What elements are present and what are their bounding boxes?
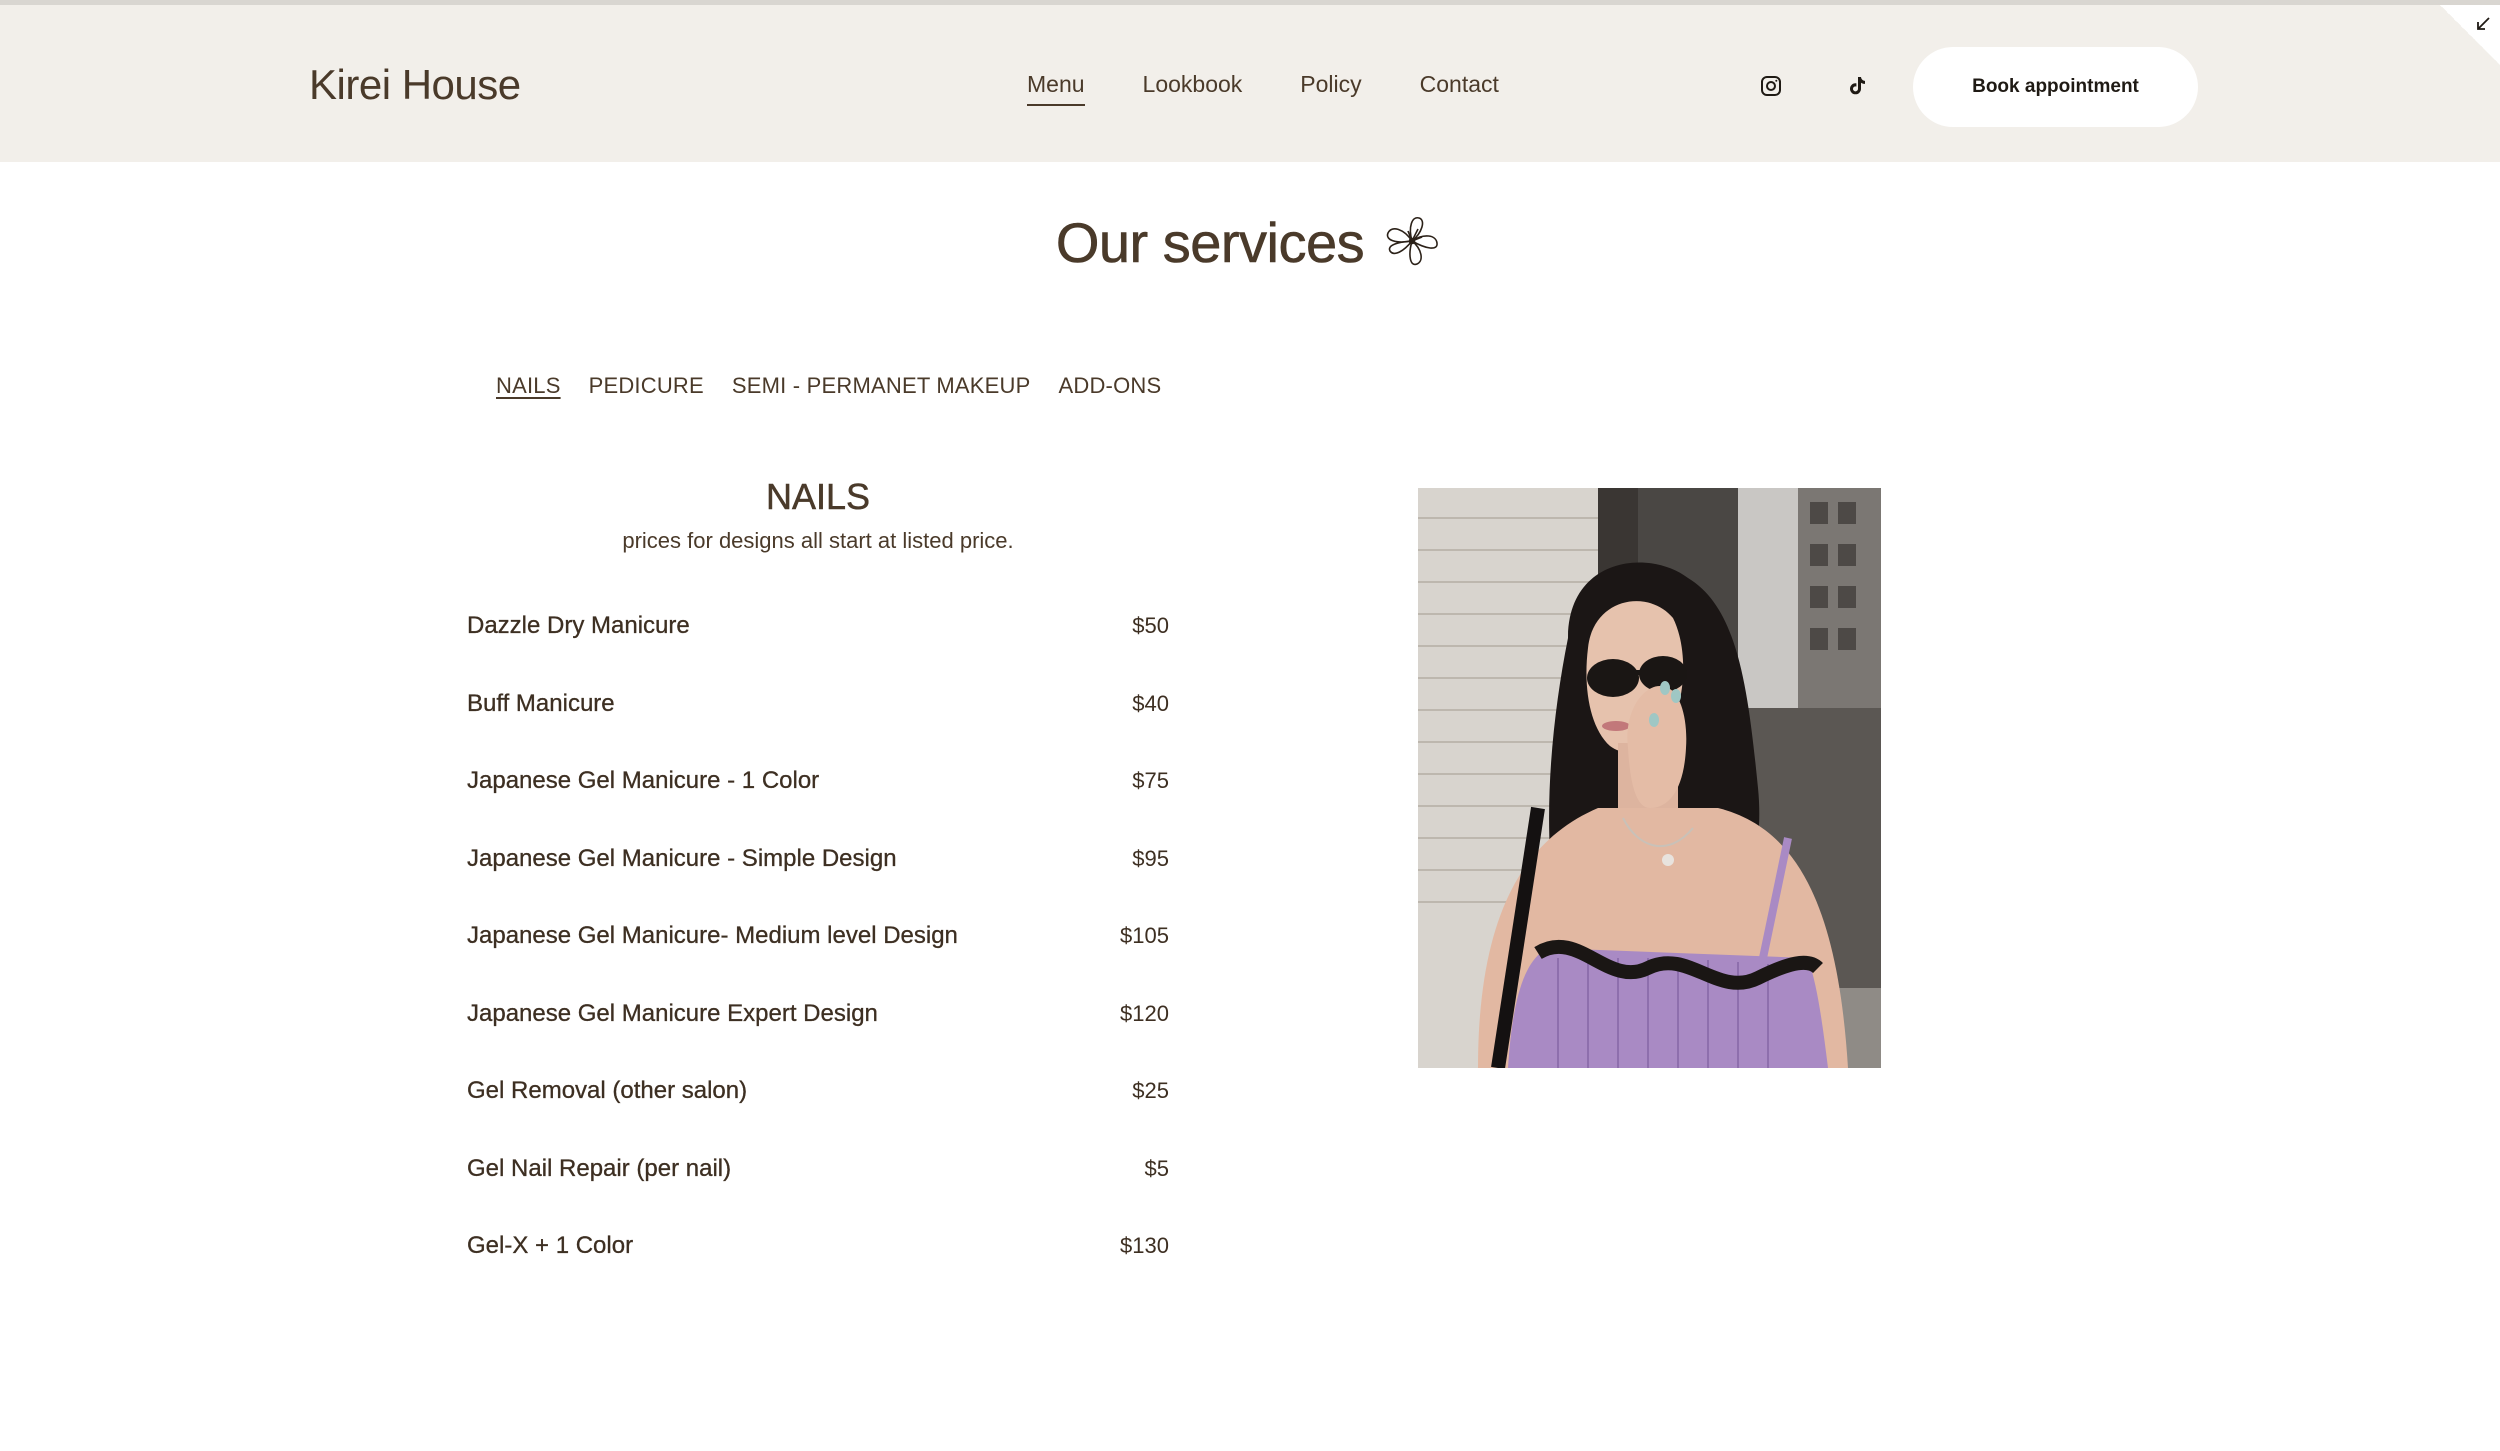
service-price: $40	[1132, 690, 1169, 716]
tab-nails[interactable]: NAILS	[496, 373, 561, 399]
list-item: Japanese Gel Manicure - 1 Color $75	[467, 767, 1169, 845]
list-item: Japanese Gel Manicure - Simple Design $9…	[467, 844, 1169, 923]
tab-add-ons[interactable]: ADD-ONS	[1059, 373, 1162, 399]
section-title: NAILS	[765, 476, 871, 518]
nails-section: NAILS prices for designs all start at li…	[467, 476, 1169, 1310]
nav-contact[interactable]: Contact	[1420, 71, 1499, 106]
service-price: $75	[1132, 768, 1169, 793]
tab-pedicure[interactable]: PEDICURE	[589, 373, 704, 399]
service-price: $95	[1132, 845, 1169, 871]
service-list: Dazzle Dry Manicure $50 Buff Manicure $4…	[467, 612, 1169, 1310]
tiktok-icon[interactable]	[1842, 71, 1872, 101]
service-price: $105	[1120, 923, 1169, 948]
instagram-icon[interactable]	[1756, 71, 1786, 101]
list-item: Dazzle Dry Manicure $50	[467, 612, 1169, 690]
service-name: Gel-X + 1 Color	[467, 1232, 634, 1259]
service-name: Japanese Gel Manicure- Medium level Desi…	[467, 922, 958, 949]
service-price: $5	[1144, 1155, 1169, 1181]
service-price: $25	[1132, 1078, 1169, 1103]
list-item: Gel-X + 1 Color $130	[467, 1232, 1169, 1310]
service-price: $130	[1120, 1233, 1169, 1258]
list-item: Gel Removal (other salon) $25	[467, 1077, 1169, 1155]
service-name: Japanese Gel Manicure Expert Design	[467, 999, 878, 1027]
service-name: Japanese Gel Manicure - Simple Design	[467, 844, 897, 872]
service-name: Buff Manicure	[467, 689, 615, 717]
nav-lookbook[interactable]: Lookbook	[1143, 71, 1243, 106]
list-item: Japanese Gel Manicure Expert Design $120	[467, 999, 1169, 1078]
page-corner[interactable]	[2440, 5, 2500, 65]
main-nav: Menu Lookbook Policy Contact	[1027, 71, 1499, 106]
site-header: Kirei House Menu Lookbook Policy Contact…	[0, 5, 2500, 162]
model-photo	[1418, 488, 1881, 1068]
list-item: Buff Manicure $40	[467, 689, 1169, 768]
tab-semi-permanent-makeup[interactable]: SEMI - PERMANET MAKEUP	[732, 373, 1031, 399]
flower-icon	[1382, 211, 1444, 274]
service-name: Japanese Gel Manicure - 1 Color	[467, 767, 820, 794]
service-price: $50	[1132, 613, 1169, 638]
site-logo[interactable]: Kirei House	[309, 61, 521, 109]
list-item: Japanese Gel Manicure- Medium level Desi…	[467, 922, 1169, 1000]
service-tabs: NAILS PEDICURE SEMI - PERMANET MAKEUP AD…	[496, 373, 1161, 399]
nav-menu[interactable]: Menu	[1027, 71, 1085, 106]
service-name: Gel Nail Repair (per nail)	[467, 1154, 732, 1182]
page-heading: Our services	[0, 210, 2500, 275]
service-name: Gel Removal (other salon)	[467, 1077, 748, 1104]
page-title: Our services	[1055, 211, 1365, 275]
collapse-arrow-icon	[2477, 17, 2490, 30]
book-appointment-button[interactable]: Book appointment	[1913, 47, 2198, 127]
section-note: prices for designs all start at listed p…	[622, 528, 1014, 553]
nav-policy[interactable]: Policy	[1300, 71, 1361, 106]
list-item: Gel Nail Repair (per nail) $5	[467, 1154, 1169, 1233]
service-price: $120	[1120, 1000, 1169, 1026]
service-name: Dazzle Dry Manicure	[467, 612, 690, 639]
